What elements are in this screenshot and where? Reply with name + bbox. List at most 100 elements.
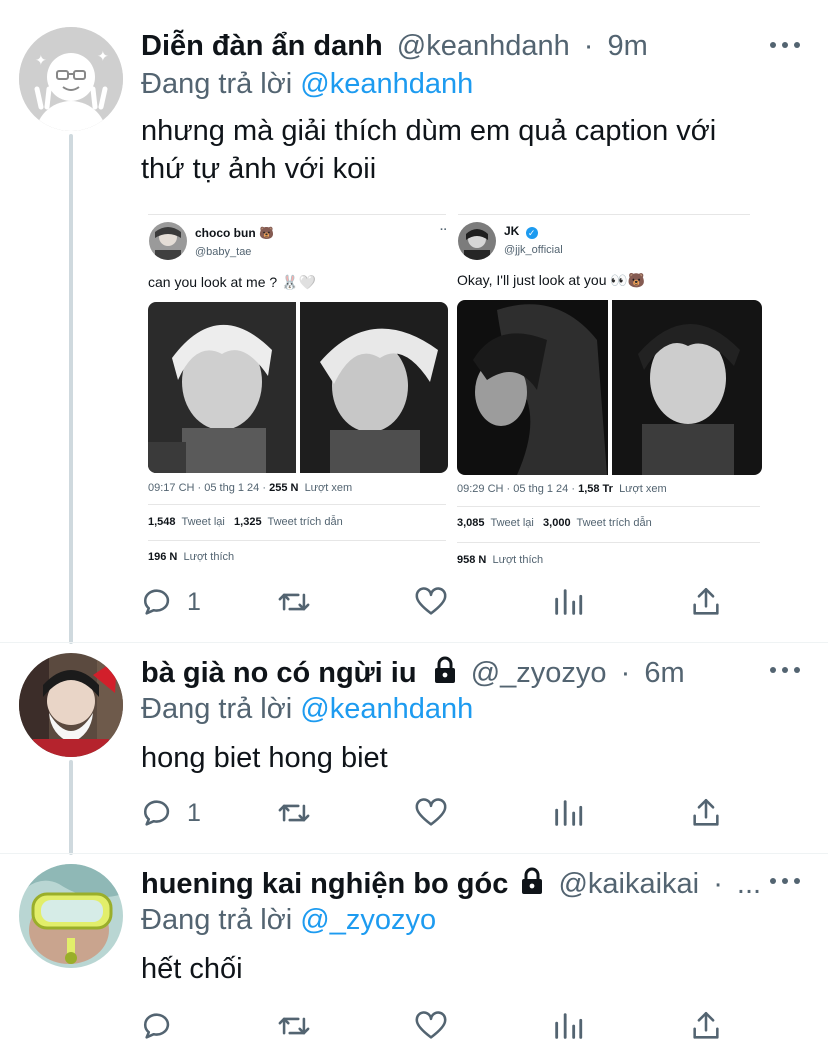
heart-icon — [415, 587, 447, 615]
analytics-button[interactable] — [551, 795, 585, 831]
replying-to: Đang trả lời @keanhdanh — [141, 691, 804, 727]
tweet-text: hết chối — [141, 953, 243, 985]
embedded-avatar — [458, 222, 496, 260]
replying-to: Đang trả lời @_zyozyo — [141, 902, 804, 938]
timestamp[interactable]: 6m — [644, 657, 684, 689]
reply-icon — [143, 589, 170, 615]
tweet-actions — [141, 1008, 741, 1044]
embedded-photo — [148, 302, 296, 473]
share-button[interactable] — [689, 795, 723, 831]
tweet-actions: 1 — [141, 584, 741, 620]
tweet-header: huening kai nghiện bo góc @kaikaikai · .… — [141, 866, 804, 902]
avatar[interactable] — [19, 653, 123, 757]
embedded-photo — [300, 302, 448, 473]
embedded-text: Okay, I'll just look at you 👀🐻 — [457, 272, 646, 288]
user-avatar-image — [19, 653, 123, 757]
analytics-button[interactable] — [551, 1008, 585, 1044]
display-name[interactable]: Diễn đàn ẩn danh — [141, 30, 383, 62]
embedded-photo — [612, 300, 762, 475]
avatar[interactable] — [19, 864, 123, 968]
embedded-time-views: 09:29 CH · 05 thg 1 24 · 1,58 Tr Lượt xe… — [457, 483, 667, 495]
analytics-icon — [555, 800, 583, 826]
embedded-screenshot-left[interactable]: choco bun 🐻 @baby_tae ·· can you look at… — [142, 210, 452, 572]
reply-icon — [143, 800, 170, 826]
replying-to-mention[interactable]: @_zyozyo — [300, 904, 436, 936]
heart-icon — [415, 1011, 447, 1039]
reply-button[interactable] — [141, 1008, 175, 1044]
retweet-button[interactable] — [277, 795, 311, 831]
reply-button[interactable]: 1 — [141, 584, 201, 620]
share-icon — [693, 1011, 719, 1039]
embedded-likes: 196 N Lượt thích — [148, 551, 235, 563]
lock-icon — [522, 867, 543, 894]
replying-to-label: Đang trả lời — [141, 904, 293, 936]
username[interactable]: @kaikaikai — [558, 868, 699, 900]
more-options-icon[interactable] — [770, 40, 800, 52]
username[interactable]: @keanhdanh — [397, 30, 570, 62]
embedded-display-name: JK ✓ — [504, 224, 538, 239]
svg-text:✦: ✦ — [97, 49, 109, 65]
tweet-text: nhưng mà giải thích dùm em quả caption v… — [141, 112, 804, 188]
peace-sign-face-avatar-icon: ✦ ✦ — [19, 27, 123, 131]
replying-to-label: Đang trả lời — [141, 693, 293, 725]
embedded-text: can you look at me ? 🐰🤍 — [148, 274, 316, 290]
lock-icon — [434, 656, 455, 683]
reply-count: 1 — [187, 798, 201, 827]
tweet-header: Diễn đàn ẩn danh @keanhdanh · 9m — [141, 28, 804, 64]
svg-text:✦: ✦ — [35, 53, 47, 69]
replying-to-mention[interactable]: @keanhdanh — [300, 693, 473, 725]
tweet-text-line: nhưng mà giải thích dùm em quả caption v… — [141, 115, 717, 147]
avatar[interactable]: ✦ ✦ — [19, 27, 123, 131]
separator-dot: · — [713, 868, 723, 900]
display-name[interactable]: bà già no có ngừi iu — [141, 657, 417, 689]
tweet-header: bà già no có ngừi iu @_zyozyo · 6m — [141, 655, 804, 691]
share-button[interactable] — [689, 584, 723, 620]
like-button[interactable] — [414, 584, 448, 620]
tweet-text-line: thứ tự ảnh với koii — [141, 153, 377, 185]
replying-to-mention[interactable]: @keanhdanh — [300, 68, 473, 100]
timestamp[interactable]: ... — [737, 868, 761, 900]
username[interactable]: @_zyozyo — [471, 657, 607, 689]
share-icon — [693, 798, 719, 826]
separator-dot: · — [620, 657, 631, 689]
embedded-retweets-quotes: 3,085 Tweet lại 3,000 Tweet trích dẫn — [457, 517, 652, 529]
analytics-button[interactable] — [551, 584, 585, 620]
reply-button[interactable]: 1 — [141, 795, 201, 831]
embedded-likes: 958 N Lượt thích — [457, 554, 544, 566]
retweet-icon — [278, 804, 310, 822]
like-button[interactable] — [414, 795, 448, 831]
heart-icon — [415, 798, 447, 826]
share-icon — [693, 587, 719, 615]
embedded-more-icon: ·· — [440, 224, 448, 236]
display-name[interactable]: huening kai nghiện bo góc — [141, 868, 508, 900]
tweet[interactable]: bà già no có ngừi iu @_zyozyo · 6m Đang … — [0, 643, 828, 853]
reply-count: 1 — [187, 587, 201, 616]
verified-badge-icon: ✓ — [525, 227, 538, 239]
embedded-username: @jjk_official — [504, 244, 563, 256]
like-button[interactable] — [414, 1008, 448, 1044]
more-options-icon[interactable] — [770, 665, 800, 677]
tweet-actions: 1 — [141, 795, 741, 831]
analytics-icon — [555, 1013, 583, 1039]
share-button[interactable] — [689, 1008, 723, 1044]
embedded-display-name: choco bun 🐻 — [195, 226, 274, 240]
replying-to: Đang trả lời @keanhdanh — [141, 66, 804, 102]
analytics-icon — [555, 589, 583, 615]
embedded-username: @baby_tae — [195, 246, 252, 258]
separator-dot: · — [583, 30, 594, 62]
user-avatar-image — [19, 864, 123, 968]
retweet-icon — [278, 1017, 310, 1035]
tweet[interactable]: huening kai nghiện bo góc @kaikaikai · .… — [0, 854, 828, 1055]
retweet-button[interactable] — [277, 584, 311, 620]
embedded-photo — [457, 300, 608, 475]
tweet-text: hong biet hong biet — [141, 742, 388, 774]
replying-to-label: Đang trả lời — [141, 68, 293, 100]
timestamp[interactable]: 9m — [608, 30, 648, 62]
embedded-time-views: 09:17 CH · 05 thg 1 24 · 255 N Lượt xem — [148, 482, 353, 494]
tweet[interactable]: ✦ ✦ Diễn đàn ẩn danh @keanhdanh · 9m Đan… — [0, 0, 828, 640]
embedded-screenshot-right[interactable]: JK ✓ @jjk_official Okay, I'll just look … — [452, 210, 766, 572]
embedded-avatar — [149, 222, 187, 260]
retweet-button[interactable] — [277, 1008, 311, 1044]
more-options-icon[interactable] — [770, 876, 800, 888]
retweet-icon — [278, 593, 310, 611]
